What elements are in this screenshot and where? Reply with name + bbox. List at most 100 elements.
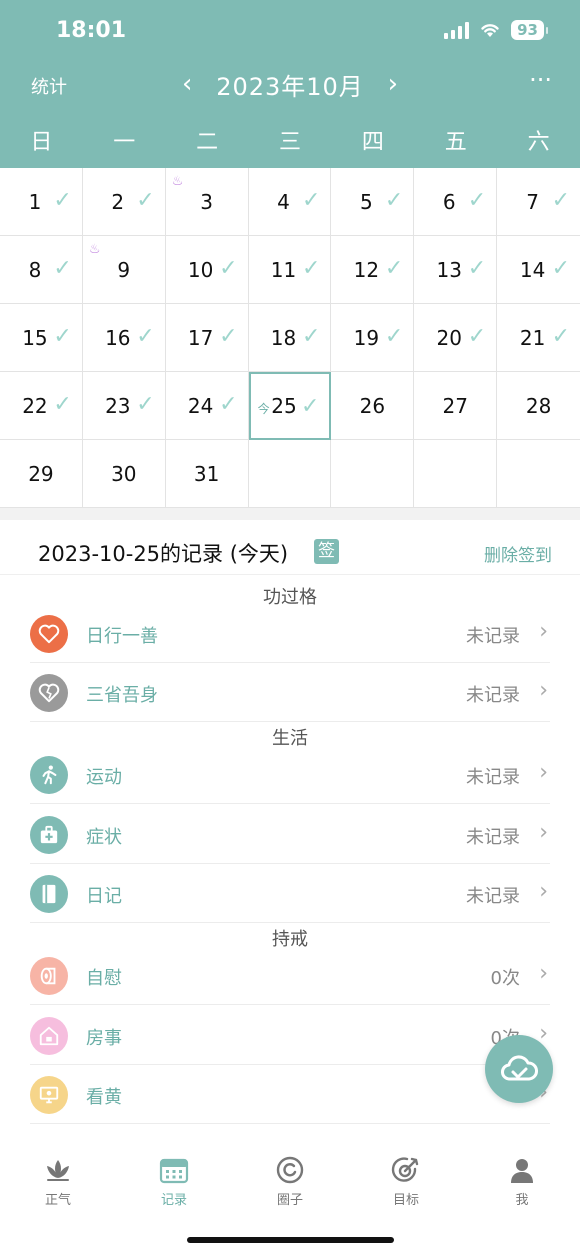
checkin-check-icon: ✓: [219, 392, 238, 417]
day-number: 14: [519, 258, 546, 282]
checkin-check-icon: ✓: [302, 256, 321, 281]
list-item-symptom[interactable]: 症状 未记录 ›: [30, 806, 550, 864]
list-item-exercise[interactable]: 运动 未记录 ›: [30, 746, 550, 804]
list-item-reflection[interactable]: 三省吾身 未记录 ›: [30, 664, 550, 722]
calendar-day[interactable]: 18 ✓: [249, 304, 332, 372]
notebook-icon: [30, 875, 68, 913]
list-item-porn[interactable]: 看黄 ›: [30, 1066, 550, 1124]
heart-icon: [30, 615, 68, 653]
checkin-check-icon: ✓: [302, 188, 321, 213]
cloud-sync-button[interactable]: [485, 1035, 553, 1103]
status-time: 18:01: [56, 18, 127, 43]
calendar-day[interactable]: 1 ✓: [0, 168, 83, 236]
checkin-check-icon: ✓: [53, 256, 72, 281]
calendar-day[interactable]: 31: [166, 440, 249, 508]
day-number: 1: [28, 190, 42, 214]
wifi-icon: [481, 24, 499, 37]
tab-circle[interactable]: 圈子: [232, 1140, 348, 1220]
calendar-day[interactable]: 15 ✓: [0, 304, 83, 372]
status-icons: 93: [444, 20, 548, 40]
month-title[interactable]: 2023年10月: [216, 67, 364, 102]
checkin-check-icon: ✓: [136, 324, 155, 349]
user-icon: [506, 1154, 538, 1186]
tab-zhengqi[interactable]: 正气: [0, 1140, 116, 1220]
calendar-day-today[interactable]: 今 25 ✓: [248, 372, 332, 440]
item-label: 看黄: [86, 1087, 122, 1108]
calendar-empty-cell: [497, 440, 580, 508]
tab-goal[interactable]: 目标: [348, 1140, 464, 1220]
day-number: 9: [117, 258, 131, 282]
checkin-check-icon: ✓: [551, 256, 571, 281]
day-number: 2: [111, 190, 125, 214]
record-header: 2023-10-25的记录 (今天) 签 删除签到: [0, 532, 580, 572]
calendar-day[interactable]: 26: [331, 372, 415, 440]
next-month-button[interactable]: ›: [378, 69, 408, 99]
checkin-check-icon: ✓: [219, 256, 238, 281]
chevron-right-icon: ›: [539, 760, 548, 785]
day-number: 19: [353, 326, 380, 350]
calendar-day[interactable]: 7 ✓: [497, 168, 580, 236]
checkin-check-icon: ✓: [551, 188, 571, 213]
calendar-day[interactable]: 6 ✓: [414, 168, 498, 236]
more-options-button[interactable]: ···: [529, 66, 552, 94]
calendar-day[interactable]: 24 ✓: [166, 372, 249, 440]
bottom-tab-bar: 正气 记录 圈子 目标 我: [0, 1140, 580, 1220]
checkin-check-icon: ✓: [467, 324, 487, 349]
day-number: 17: [187, 326, 214, 350]
list-item-intercourse[interactable]: 房事 0次 ›: [30, 1007, 550, 1065]
calendar-day[interactable]: 17 ✓: [166, 304, 249, 372]
day-number: 31: [193, 462, 220, 486]
home-indicator: [187, 1237, 394, 1243]
calendar-day[interactable]: 19 ✓: [331, 304, 415, 372]
tab-label: 我: [515, 1193, 529, 1208]
calendar-day[interactable]: 4 ✓: [249, 168, 332, 236]
calendar-day[interactable]: 13 ✓: [414, 236, 498, 304]
calendar-day[interactable]: 30: [83, 440, 166, 508]
weekday-label: 六: [527, 130, 550, 155]
calendar-grid: 1 ✓ 2 ✓ ♨ 3 4 ✓ 5 ✓ 6 ✓ 7 ✓ 8 ✓ ♨ 9 10 ✓ 11 ✓ 12 ✓ 1…: [0, 168, 580, 508]
calendar-day[interactable]: 23 ✓: [83, 372, 166, 440]
item-value: 未记录: [466, 886, 520, 907]
calendar-day[interactable]: 11 ✓: [249, 236, 332, 304]
checkin-check-icon: ✓: [53, 392, 72, 417]
calendar-day[interactable]: 8 ✓: [0, 236, 83, 304]
tab-label: 目标: [392, 1193, 419, 1208]
day-number: 3: [200, 190, 214, 214]
delete-checkin-button[interactable]: 删除签到: [484, 541, 552, 566]
calendar-day[interactable]: 12 ✓: [331, 236, 415, 304]
day-number: 29: [28, 462, 54, 486]
calendar-day[interactable]: 14 ✓: [497, 236, 580, 304]
checkin-check-icon: ✓: [384, 256, 404, 281]
calendar-day[interactable]: 20 ✓: [414, 304, 498, 372]
calendar-day[interactable]: 10 ✓: [166, 236, 249, 304]
calendar-day[interactable]: 5 ✓: [331, 168, 415, 236]
item-value: 未记录: [466, 767, 520, 788]
list-item-good-deed[interactable]: 日行一善 未记录 ›: [30, 605, 550, 663]
calendar-day[interactable]: 16 ✓: [83, 304, 166, 372]
calendar-day[interactable]: 22 ✓: [0, 372, 83, 440]
tab-me[interactable]: 我: [464, 1140, 580, 1220]
calendar-empty-cell: [249, 440, 332, 508]
calendar-week: 1 ✓ 2 ✓ ♨ 3 4 ✓ 5 ✓ 6 ✓ 7 ✓: [0, 168, 580, 236]
item-label: 三省吾身: [86, 685, 158, 706]
calendar-day[interactable]: 28: [497, 372, 580, 440]
lotus-icon: [42, 1154, 74, 1186]
calendar-week: 8 ✓ ♨ 9 10 ✓ 11 ✓ 12 ✓ 13 ✓ 14 ✓: [0, 236, 580, 304]
calendar-day[interactable]: 27: [414, 372, 498, 440]
calendar-day[interactable]: ♨ 3: [166, 168, 249, 236]
list-item-masturbation[interactable]: 自慰 0次 ›: [30, 947, 550, 1005]
calendar-day[interactable]: 29: [0, 440, 83, 508]
calendar-day[interactable]: 2 ✓: [83, 168, 166, 236]
signal-icon: [444, 21, 470, 39]
battery-icon: 93: [511, 20, 548, 40]
day-number: 4: [277, 190, 290, 214]
calendar-day[interactable]: 21 ✓: [497, 304, 580, 372]
tab-record[interactable]: 记录: [116, 1140, 232, 1220]
checkin-check-icon: ✓: [136, 392, 155, 417]
calendar-day[interactable]: ♨ 9: [83, 236, 166, 304]
prev-month-button[interactable]: ‹: [172, 69, 202, 99]
calendar-icon: [158, 1154, 190, 1186]
list-item-diary[interactable]: 日记 未记录 ›: [30, 865, 550, 923]
item-label: 日记: [86, 886, 122, 907]
chevron-right-icon: ›: [539, 678, 548, 703]
